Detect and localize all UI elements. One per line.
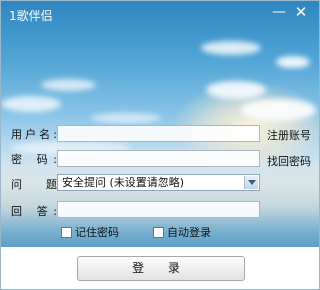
cloud bbox=[206, 81, 266, 99]
window-title: 1歌伴侣 bbox=[9, 9, 53, 23]
remember-password-checkbox[interactable]: 记住密码 bbox=[61, 225, 119, 239]
username-input[interactable] bbox=[57, 125, 260, 142]
auto-login-checkbox[interactable]: 自动登录 bbox=[153, 225, 211, 239]
security-question-value: 安全提问 (未设置请忽略) bbox=[62, 176, 185, 189]
password-input[interactable] bbox=[57, 150, 260, 167]
cloud bbox=[1, 96, 61, 112]
cloud bbox=[41, 79, 96, 91]
answer-label: 回 答: bbox=[11, 205, 57, 218]
cloud bbox=[201, 41, 261, 55]
chevron-down-icon[interactable] bbox=[244, 176, 258, 189]
cloud bbox=[276, 56, 310, 68]
register-link[interactable]: 注册账号 bbox=[267, 127, 311, 143]
security-question-select[interactable]: 安全提问 (未设置请忽略) bbox=[57, 174, 260, 191]
login-window: 1歌伴侣 — ✕ 用户名: 注册账号 密 码: 找回密码 问 题 安全提问 (未… bbox=[0, 0, 320, 290]
answer-input[interactable] bbox=[57, 201, 260, 218]
checkbox-box[interactable] bbox=[153, 226, 164, 238]
cloud bbox=[91, 113, 161, 123]
login-button[interactable]: 登 录 bbox=[77, 256, 245, 281]
cloud bbox=[241, 99, 316, 121]
find-password-link[interactable]: 找回密码 bbox=[267, 153, 311, 169]
auto-login-label: 自动登录 bbox=[167, 226, 211, 239]
remember-password-label: 记住密码 bbox=[75, 226, 119, 239]
minimize-icon[interactable]: — bbox=[268, 3, 290, 21]
close-icon[interactable]: ✕ bbox=[290, 3, 312, 21]
password-label: 密 码: bbox=[11, 153, 57, 166]
checkbox-box[interactable] bbox=[61, 226, 72, 238]
username-label: 用户名: bbox=[11, 128, 57, 141]
question-label: 问 题 bbox=[11, 178, 57, 191]
